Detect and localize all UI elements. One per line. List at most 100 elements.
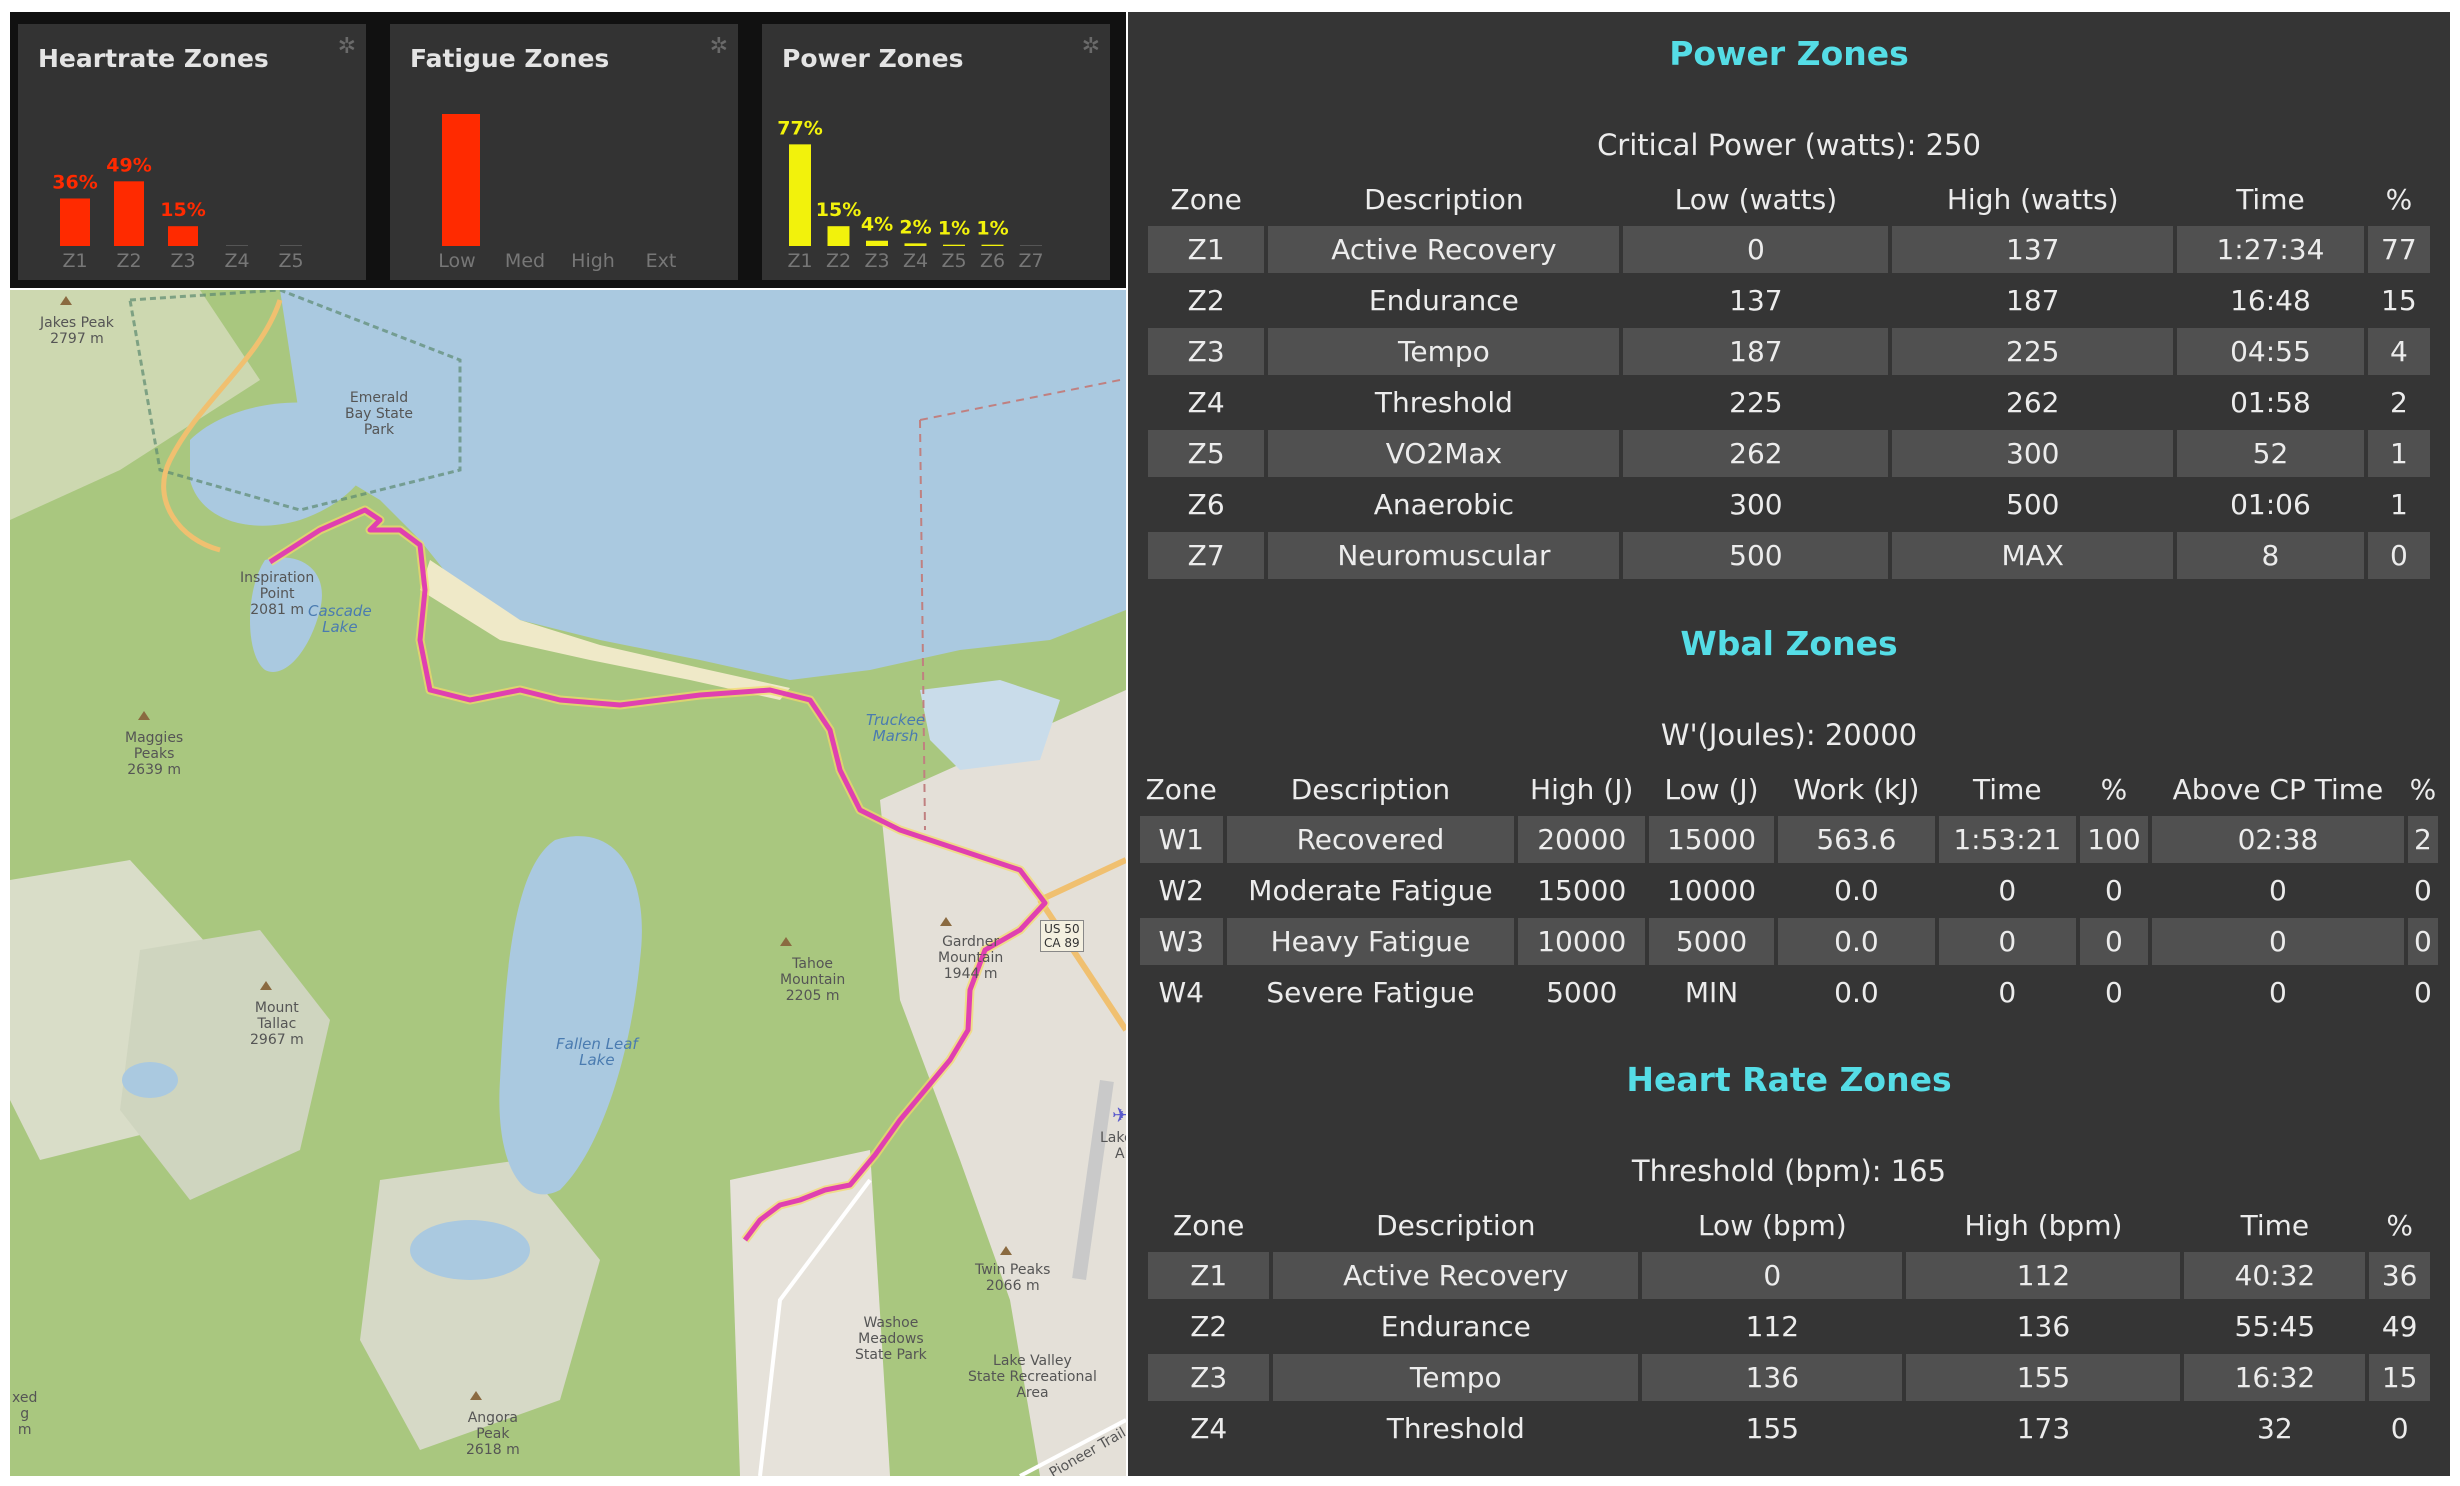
heart-rate-zones-table: Zone Description Low (bpm) High (bpm) Time% … — [1144, 1198, 2434, 1456]
chart-bar[interactable] — [442, 114, 480, 246]
fatigue-zones-chart[interactable]: Fatigue Zones ✲ Low Med High Ext — [390, 24, 738, 280]
airport-icon: ✈ — [1112, 1103, 1126, 1127]
table-cell: 0 — [2407, 918, 2438, 965]
chart-bar[interactable] — [943, 244, 965, 246]
table-cell: 0 — [2367, 532, 2430, 579]
map-place-label: Jakes Peak 2797 m — [40, 315, 114, 347]
table-cell: Tempo — [1268, 328, 1620, 375]
table-row[interactable]: W3 Heavy Fatigue 10000 5000 0.0 0 0 0 0 — [1140, 918, 2438, 965]
table-row[interactable]: Z4 Threshold 225 262 01:58 2 — [1148, 379, 2430, 426]
critical-power-param: Critical Power (watts): 250 — [1597, 128, 1981, 162]
column-header: Zone — [1173, 1208, 1245, 1242]
category-tick-label: Med — [505, 250, 545, 272]
column-header: Zone — [1145, 772, 1217, 806]
fatigue-zones-plot: Low Med High Ext — [438, 114, 677, 272]
table-cell: 15000 — [1537, 874, 1627, 907]
table-cell: 40:32 — [2184, 1252, 2366, 1299]
table-row[interactable]: Z2 Endurance 137 187 16:48 15 — [1148, 277, 2430, 324]
table-row[interactable]: Z2 Endurance 112 136 55:45 49 — [1148, 1303, 2430, 1350]
table-cell: W3 — [1140, 918, 1223, 965]
table-cell: 137 — [1892, 226, 2174, 273]
table-row[interactable]: Z3 Tempo 136 155 16:32 15 — [1148, 1354, 2430, 1401]
category-tick-label: Z3 — [170, 250, 195, 272]
chart-bar — [1020, 245, 1042, 246]
table-row[interactable]: Z1 Active Recovery 0 137 1:27:34 77 — [1148, 226, 2430, 273]
table-cell: Active Recovery — [1273, 1252, 1639, 1299]
route-map[interactable]: ✈ Jakes Peak 2797 m Emerald Bay State Par… — [10, 290, 1126, 1476]
table-row[interactable]: Z5 VO2Max 262 300 52 1 — [1148, 430, 2430, 477]
chart-bar[interactable] — [866, 240, 888, 246]
table-body: Z1 Active Recovery 0 112 40:32 36 Z2 Endurance 1… — [1148, 1252, 2430, 1452]
power-zones-chart[interactable]: Power Zones ✲ 77% Z1 15% Z2 4% Z3 2% Z4 1% Z5 1% Z6… — [762, 24, 1110, 280]
table-header-row: Zone Description High (J) Low (J) Work (kJ) T… — [1140, 766, 2438, 812]
table-cell: 0 — [2269, 976, 2287, 1009]
column-header: Description — [1290, 772, 1451, 806]
table-cell: 04:55 — [2177, 328, 2364, 375]
category-tick-label: Z4 — [224, 250, 249, 272]
category-tick-label: Z6 — [980, 250, 1005, 272]
category-tick-label: Z5 — [278, 250, 303, 272]
table-cell: 52 — [2177, 430, 2364, 477]
chart-bar[interactable] — [981, 244, 1004, 246]
map-place-label: Washoe Meadows State Park — [855, 1315, 927, 1363]
column-header: High (bpm) — [1964, 1208, 2123, 1242]
chart-bar[interactable] — [168, 226, 198, 246]
column-header: % — [2385, 182, 2413, 216]
table-cell: 225 — [1892, 328, 2174, 375]
category-tick-label: Ext — [646, 250, 677, 272]
chart-bar — [226, 245, 248, 246]
category-tick-label: Z2 — [826, 250, 851, 272]
chart-bar[interactable] — [904, 243, 927, 246]
table-row[interactable]: Z1 Active Recovery 0 112 40:32 36 — [1148, 1252, 2430, 1299]
column-header: Work (kJ) — [1793, 772, 1920, 806]
table-cell: Z1 — [1148, 226, 1265, 273]
heartrate-zones-chart[interactable]: Heartrate Zones ✲ 36% Z1 49% Z2 15% Z3 Z4 Z5 — [18, 24, 366, 280]
chart-bar[interactable] — [114, 181, 144, 246]
chart-bar[interactable] — [789, 144, 811, 246]
wbal-zones-title: Wbal Zones — [1680, 624, 1898, 663]
table-row[interactable]: Z4 Threshold 155 173 32 0 — [1148, 1405, 2430, 1452]
table-cell: 16:32 — [2184, 1354, 2366, 1401]
table-cell: 0.0 — [1834, 976, 1879, 1009]
table-cell: Z4 — [1190, 1412, 1228, 1445]
map-canvas[interactable]: ✈ — [10, 290, 1126, 1476]
table-row[interactable]: W4 Severe Fatigue 5000 MIN 0.0 0 0 0 0 — [1140, 969, 2438, 1016]
table-cell: Z5 — [1148, 430, 1265, 477]
column-header: Time — [2236, 182, 2305, 216]
category-tick-label: Low — [438, 250, 475, 272]
table-cell: 0.0 — [1777, 918, 1935, 965]
table-cell: 0 — [1938, 918, 2076, 965]
table-cell: Neuromuscular — [1268, 532, 1620, 579]
chart-bar — [280, 245, 302, 246]
table-cell: 173 — [2016, 1412, 2071, 1445]
heartrate-zones-plot: 36% Z1 49% Z2 15% Z3 Z4 Z5 — [52, 154, 303, 272]
map-place-label: Gardner Mountain 1944 m — [938, 934, 1004, 982]
table-cell: Z3 — [1148, 328, 1265, 375]
table-cell: 155 — [1906, 1354, 2181, 1401]
table-cell: 2 — [2389, 386, 2408, 419]
chart-bar[interactable] — [60, 198, 90, 246]
table-cell: 1 — [2389, 488, 2408, 521]
map-place-label: Emerald Bay State Park — [345, 390, 413, 438]
chart-bar[interactable] — [827, 226, 850, 246]
table-cell: 300 — [1729, 488, 1783, 521]
table-cell: Z1 — [1148, 1252, 1270, 1299]
map-place-label: Lake Tahoe Airport — [1100, 1130, 1126, 1162]
data-label: 2% — [899, 216, 931, 238]
data-label: 15% — [816, 199, 861, 221]
data-label: 15% — [160, 199, 205, 221]
table-cell: Heavy Fatigue — [1226, 918, 1515, 965]
map-place-label: Angora Peak 2618 m — [466, 1410, 520, 1458]
table-row[interactable]: Z3 Tempo 187 225 04:55 4 — [1148, 328, 2430, 375]
category-tick-label: Z2 — [116, 250, 141, 272]
column-header: Time — [1973, 772, 2042, 806]
column-header: Low (bpm) — [1697, 1208, 1847, 1242]
table-row[interactable]: Z6 Anaerobic 300 500 01:06 1 — [1148, 481, 2430, 528]
data-label: 49% — [106, 154, 151, 176]
table-row[interactable]: Z7 Neuromuscular 500 MAX 8 0 — [1148, 532, 2430, 579]
table-cell: 500 — [2006, 488, 2060, 521]
table-cell: 0 — [2079, 918, 2149, 965]
table-row[interactable]: W1 Recovered 20000 15000 563.6 1:53:21 100 02:3… — [1140, 816, 2438, 863]
table-row[interactable]: W2 Moderate Fatigue 15000 10000 0.0 0 0 0 0 — [1140, 867, 2438, 914]
column-header: Low (J) — [1664, 772, 1759, 806]
